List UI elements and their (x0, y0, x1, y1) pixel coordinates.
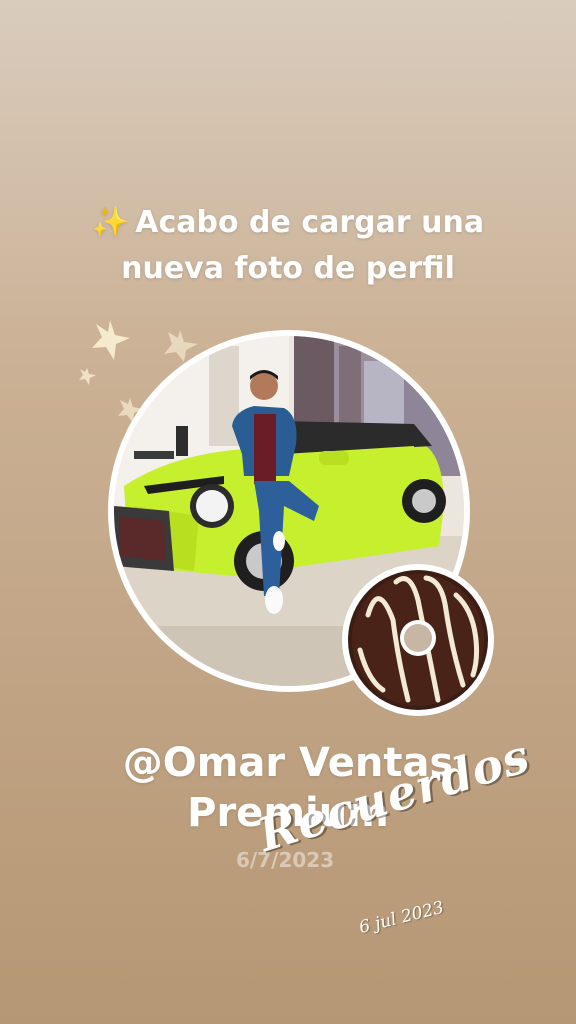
donut-sticker (342, 564, 494, 716)
memory-date: 6 jul 2023 (357, 897, 446, 938)
story-headline: ✨ Acabo de cargar una nueva foto de perfi… (60, 200, 516, 292)
headline-line-1: Acabo de cargar una (135, 205, 485, 240)
sparkles-icon: ✨ (91, 205, 130, 240)
headline-line-2: nueva foto de perfil (121, 251, 455, 286)
